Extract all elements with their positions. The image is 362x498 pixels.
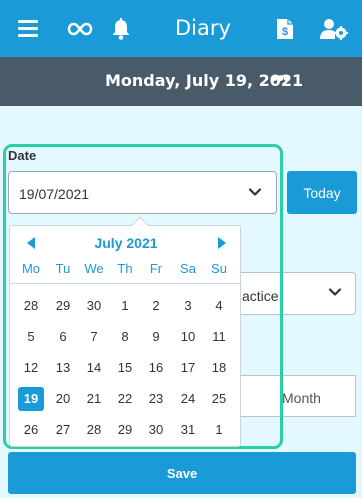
calendar-day[interactable]: 29: [50, 294, 76, 318]
save-button[interactable]: Save: [8, 452, 356, 494]
app-title: Diary: [175, 16, 231, 40]
menu-icon[interactable]: [14, 0, 42, 57]
svg-text:$: $: [282, 26, 288, 38]
calendar-day[interactable]: 4: [206, 294, 232, 318]
chevron-down-icon: [248, 185, 262, 204]
calendar-day[interactable]: 2: [143, 294, 169, 318]
weekday-header: Tu: [55, 261, 71, 276]
date-label: Date: [8, 148, 37, 163]
calendar-day[interactable]: 6: [50, 325, 76, 349]
infinity-icon[interactable]: [66, 0, 94, 57]
calendar-day[interactable]: 24: [175, 387, 201, 411]
calendar-day[interactable]: 7: [81, 325, 107, 349]
date-input[interactable]: 19/07/2021: [8, 171, 277, 214]
calendar-day[interactable]: 1: [206, 418, 232, 442]
calendar-day[interactable]: 31: [175, 418, 201, 442]
weekday-header: Su: [211, 261, 227, 276]
calendar-day[interactable]: 9: [143, 325, 169, 349]
period-field-value: Month: [282, 390, 321, 406]
calendar-day[interactable]: 30: [143, 418, 169, 442]
calendar-day[interactable]: 30: [81, 294, 107, 318]
calendar-day[interactable]: 28: [81, 418, 107, 442]
date-header-bar: Monday, July 19, 2021 •••: [0, 57, 362, 106]
calendar-day[interactable]: 18: [206, 356, 232, 380]
calendar-day[interactable]: 23: [143, 387, 169, 411]
calendar-day[interactable]: 1: [112, 294, 138, 318]
chevron-down-icon: [328, 285, 342, 304]
calendar-divider: [10, 283, 242, 284]
invoice-icon[interactable]: $: [274, 0, 296, 57]
calendar-day[interactable]: 27: [50, 418, 76, 442]
calendar-day[interactable]: 14: [81, 356, 107, 380]
calendar-day[interactable]: 26: [18, 418, 44, 442]
calendar-day[interactable]: 21: [81, 387, 107, 411]
calendar-day[interactable]: 13: [50, 356, 76, 380]
date-input-value: 19/07/2021: [19, 186, 90, 202]
weekday-header: We: [84, 261, 104, 276]
calendar-day[interactable]: 5: [18, 325, 44, 349]
calendar-day[interactable]: 22: [112, 387, 138, 411]
weekday-header: Sa: [180, 261, 196, 276]
calendar-day[interactable]: 28: [18, 294, 44, 318]
calendar-day[interactable]: 25: [206, 387, 232, 411]
calendar-day[interactable]: 17: [175, 356, 201, 380]
app-bar: Diary $: [0, 0, 362, 57]
calendar-day[interactable]: 29: [112, 418, 138, 442]
weekday-header: Fr: [149, 261, 163, 276]
weekday-header: Mo: [21, 261, 41, 276]
today-button[interactable]: Today: [287, 171, 357, 214]
calendar-day[interactable]: 11: [206, 325, 232, 349]
user-settings-icon[interactable]: [319, 0, 349, 57]
bell-icon[interactable]: [109, 0, 133, 57]
calendar-day[interactable]: 8: [112, 325, 138, 349]
calendar-day[interactable]: 16: [143, 356, 169, 380]
calendar-day-selected[interactable]: 19: [18, 387, 44, 411]
weekday-header: Th: [117, 261, 133, 276]
next-month-icon[interactable]: [215, 234, 229, 252]
calendar-day[interactable]: 3: [175, 294, 201, 318]
more-options-icon[interactable]: •••: [271, 68, 290, 91]
calendar-month-label: July 2021: [94, 235, 158, 251]
calendar-day[interactable]: 20: [50, 387, 76, 411]
calendar-day[interactable]: 12: [18, 356, 44, 380]
calendar-day[interactable]: 15: [112, 356, 138, 380]
calendar-day[interactable]: 10: [175, 325, 201, 349]
calendar-popup: July 2021 Mo Tu We Th Fr Sa Su 28 29 30 1 2 3 4 5 6 7 8 9 1…: [9, 216, 242, 447]
